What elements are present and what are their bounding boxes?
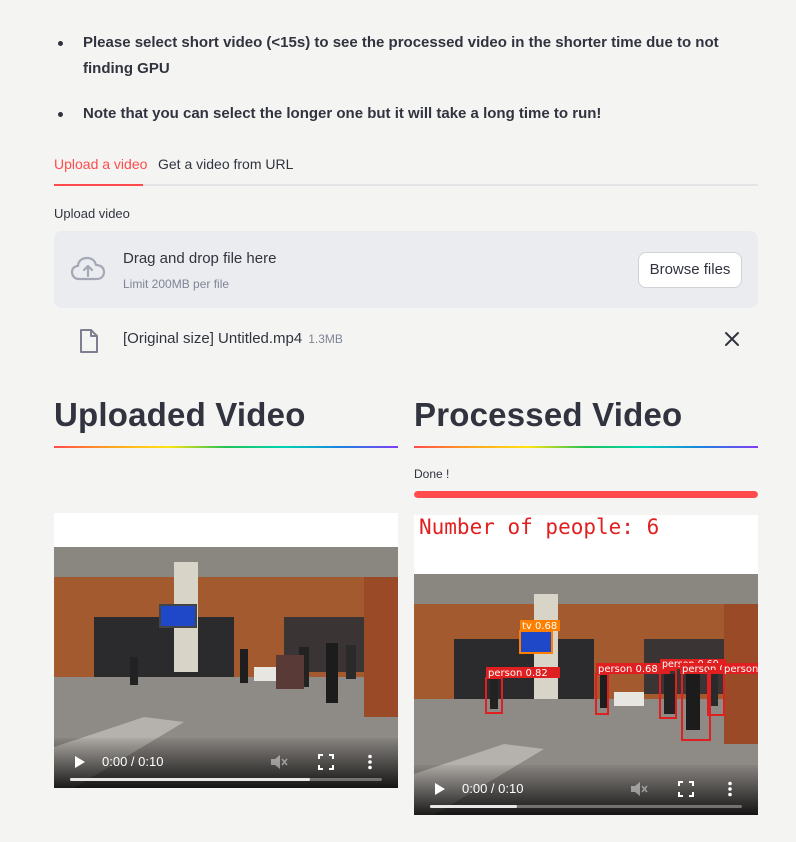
dropzone-title: Drag and drop file here xyxy=(123,250,277,267)
seek-bar[interactable] xyxy=(430,805,742,808)
progress-fill xyxy=(414,491,758,498)
close-icon[interactable] xyxy=(724,331,740,347)
uploaded-file-row: [Original size] Untitled.mp4 1.3MB xyxy=(54,320,758,360)
file-size: 1.3MB xyxy=(308,332,343,346)
people-count-overlay: Number of people: 6 xyxy=(419,515,660,539)
fullscreen-icon[interactable] xyxy=(678,781,694,797)
uploaded-file-name: [Original size] Untitled.mp4 1.3MB xyxy=(123,330,343,347)
processed-video-heading: Processed Video xyxy=(414,396,683,433)
more-options-icon[interactable] xyxy=(367,754,373,770)
processing-status: Done ! xyxy=(414,467,450,481)
tab-upload-video[interactable]: Upload a video xyxy=(54,156,147,172)
processing-progress-bar xyxy=(414,491,758,498)
video-controls: 0:00 / 0:10 xyxy=(54,738,398,788)
file-icon xyxy=(80,329,98,353)
fullscreen-icon[interactable] xyxy=(318,754,334,770)
file-dropzone[interactable]: Drag and drop file here Limit 200MB per … xyxy=(54,231,758,308)
uploader-label: Upload video xyxy=(54,206,130,221)
file-name-text: [Original size] Untitled.mp4 xyxy=(123,330,303,347)
more-options-icon[interactable] xyxy=(727,781,733,797)
browse-files-button[interactable]: Browse files xyxy=(638,252,742,288)
seek-buffered xyxy=(70,778,311,781)
video-time: 0:00 / 0:10 xyxy=(462,781,524,796)
detection-label: person 0.82 xyxy=(488,668,548,679)
play-icon[interactable] xyxy=(74,755,86,769)
tab-bar: Upload a video Get a video from URL xyxy=(54,150,758,186)
detection-label: person 0.68 xyxy=(598,664,658,675)
detection-label: tv 0.68 xyxy=(522,621,557,632)
uploaded-video-heading: Uploaded Video xyxy=(54,396,306,433)
video-time: 0:00 / 0:10 xyxy=(102,754,164,769)
seek-buffered xyxy=(430,805,518,808)
heading-divider xyxy=(414,446,758,448)
note-item: Please select short video (<15s) to see … xyxy=(54,30,758,82)
seek-bar[interactable] xyxy=(70,778,382,781)
video-controls: 0:00 / 0:10 xyxy=(414,765,758,815)
notes-list: Please select short video (<15s) to see … xyxy=(54,30,758,127)
play-icon[interactable] xyxy=(434,782,446,796)
uploaded-video-player[interactable]: 0:00 / 0:10 xyxy=(54,513,398,788)
detection-label: person 0.84 xyxy=(724,664,758,675)
processed-video-player[interactable]: Number of people: 6 tv 0.68 person 0.82 xyxy=(414,515,758,815)
cloud-upload-icon xyxy=(70,256,106,281)
volume-muted-icon[interactable] xyxy=(270,754,288,770)
active-tab-indicator xyxy=(54,184,143,186)
volume-muted-icon[interactable] xyxy=(630,781,648,797)
note-item: Note that you can select the longer one … xyxy=(54,101,758,127)
heading-divider xyxy=(54,446,398,448)
dropzone-limit: Limit 200MB per file xyxy=(123,277,230,291)
app-page: Please select short video (<15s) to see … xyxy=(0,0,796,842)
tab-video-from-url[interactable]: Get a video from URL xyxy=(158,156,293,172)
